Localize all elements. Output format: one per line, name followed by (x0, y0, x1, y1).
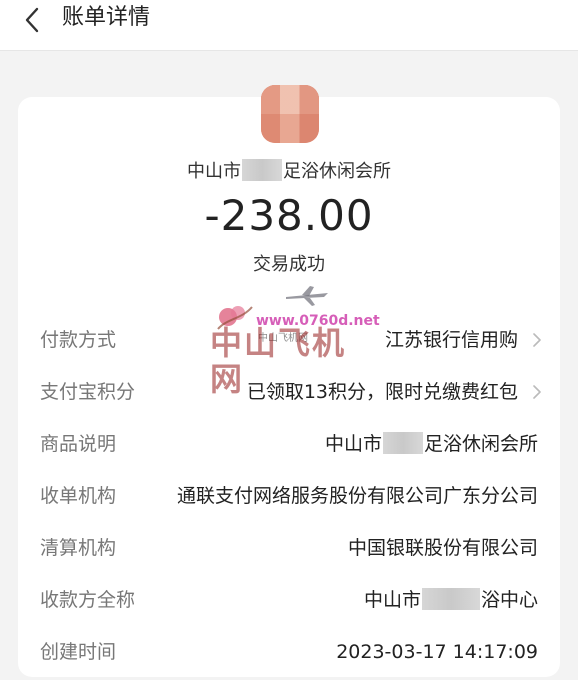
row-label: 收款方全称 (40, 589, 136, 611)
bill-card: 中山市 足浴休闲会所 -238.00 交易成功 付款方式 江苏银行信用购 支付宝积… (18, 85, 560, 680)
top-bar: 账单详情 (0, 0, 578, 51)
chevron-right-icon (533, 385, 541, 399)
row-payment-method[interactable]: 付款方式 江苏银行信用购 (18, 316, 560, 368)
row-label: 商品说明 (40, 433, 117, 455)
row-value: 已领取13积分，限时兑缴费红包 (246, 381, 518, 403)
merchant-name-suffix: 足浴休闲会所 (283, 161, 391, 182)
chevron-left-icon (25, 7, 39, 33)
chevron-right-icon (533, 333, 541, 347)
redacted-block (421, 588, 480, 610)
row-label: 付款方式 (40, 329, 117, 351)
back-button[interactable] (18, 6, 46, 34)
row-created-time: 创建时间 2023-03-17 14:17:09 (18, 628, 560, 680)
row-value: 中国银联股份有限公司 (347, 537, 538, 559)
row-value: 江苏银行信用购 (384, 329, 518, 351)
row-value: 中山市 浴中心 (364, 586, 538, 614)
row-value: 2023-03-17 14:17:09 (336, 641, 538, 663)
row-acquirer: 收单机构 通联支付网络服务股份有限公司广东分公司 (18, 472, 560, 524)
merchant-name-prefix: 中山市 (187, 161, 241, 182)
row-clearing: 清算机构 中国银联股份有限公司 (18, 524, 560, 576)
amount: -238.00 (204, 191, 374, 240)
row-value: 通联支付网络服务股份有限公司广东分公司 (176, 485, 538, 507)
row-alipay-points[interactable]: 支付宝积分 已领取13积分，限时兑缴费红包 (18, 368, 560, 420)
row-value-suffix: 浴中心 (480, 589, 538, 611)
row-label: 清算机构 (40, 537, 117, 559)
row-payee-fullname: 收款方全称 中山市 浴中心 (18, 576, 560, 628)
page-title: 账单详情 (62, 5, 151, 30)
merchant-name: 中山市 足浴休闲会所 (18, 159, 560, 185)
merchant-avatar (261, 85, 319, 143)
transaction-status: 交易成功 (253, 254, 325, 275)
row-value-prefix: 中山市 (363, 589, 421, 611)
row-label: 支付宝积分 (40, 381, 136, 403)
row-label: 创建时间 (40, 641, 117, 663)
redacted-block (382, 432, 423, 454)
redacted-block (242, 159, 282, 181)
row-value: 中山市 足浴休闲会所 (325, 430, 538, 458)
row-value-prefix: 中山市 (324, 433, 382, 455)
row-value-suffix: 足浴休闲会所 (423, 433, 538, 455)
row-product-description: 商品说明 中山市 足浴休闲会所 (18, 420, 560, 472)
detail-list: 付款方式 江苏银行信用购 支付宝积分 已领取13积分，限时兑缴费红包 商品说明 … (18, 316, 560, 680)
row-label: 收单机构 (40, 485, 117, 507)
